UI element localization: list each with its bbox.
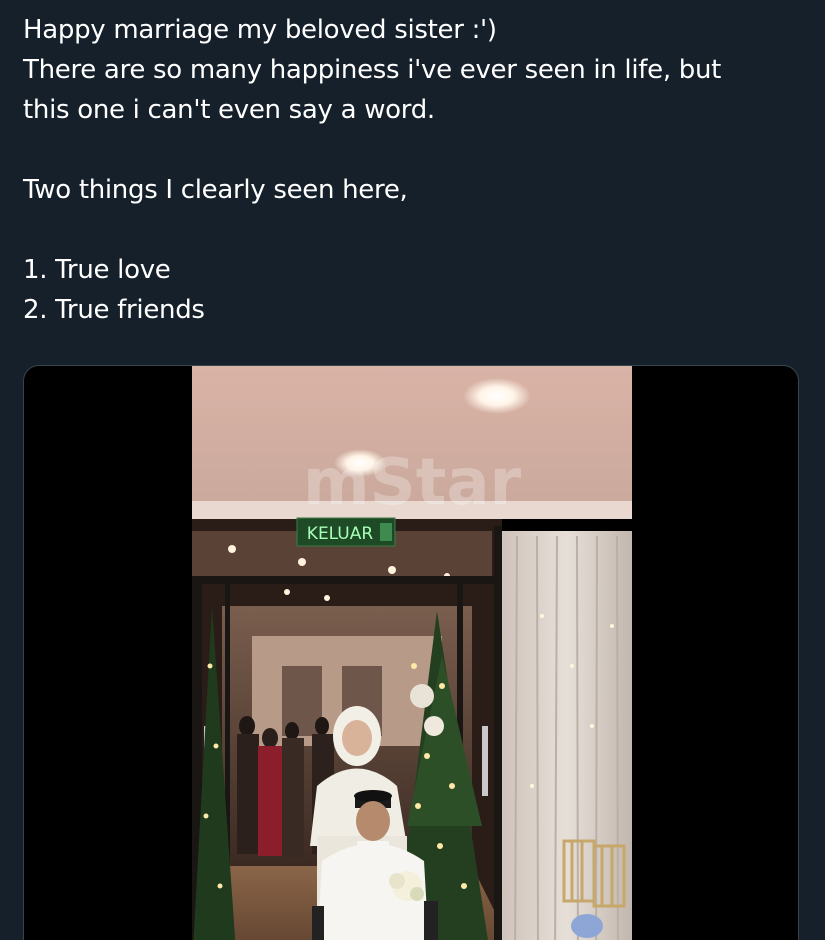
- mstar-watermark: mStar: [303, 446, 522, 520]
- tweet-video-player[interactable]: KELUAR mStar: [23, 365, 799, 940]
- exit-sign: KELUAR: [307, 524, 374, 544]
- wedding-video-still: KELUAR mStar: [192, 366, 632, 940]
- video-frame[interactable]: KELUAR mStar: [192, 366, 632, 940]
- tweet-list-item-2: 2. True friends: [23, 295, 205, 325]
- tweet-card: Happy marriage my beloved sister :') The…: [0, 0, 825, 940]
- tweet-body-text: Happy marriage my beloved sister :') The…: [23, 10, 803, 330]
- tweet-line-1: Happy marriage my beloved sister :'): [23, 15, 497, 45]
- tweet-line-2: There are so many happiness i've ever se…: [23, 55, 722, 85]
- tweet-line-3: this one i can't even say a word.: [23, 95, 435, 125]
- tweet-line-4: Two things I clearly seen here,: [23, 175, 408, 205]
- tweet-list-item-1: 1. True love: [23, 255, 171, 285]
